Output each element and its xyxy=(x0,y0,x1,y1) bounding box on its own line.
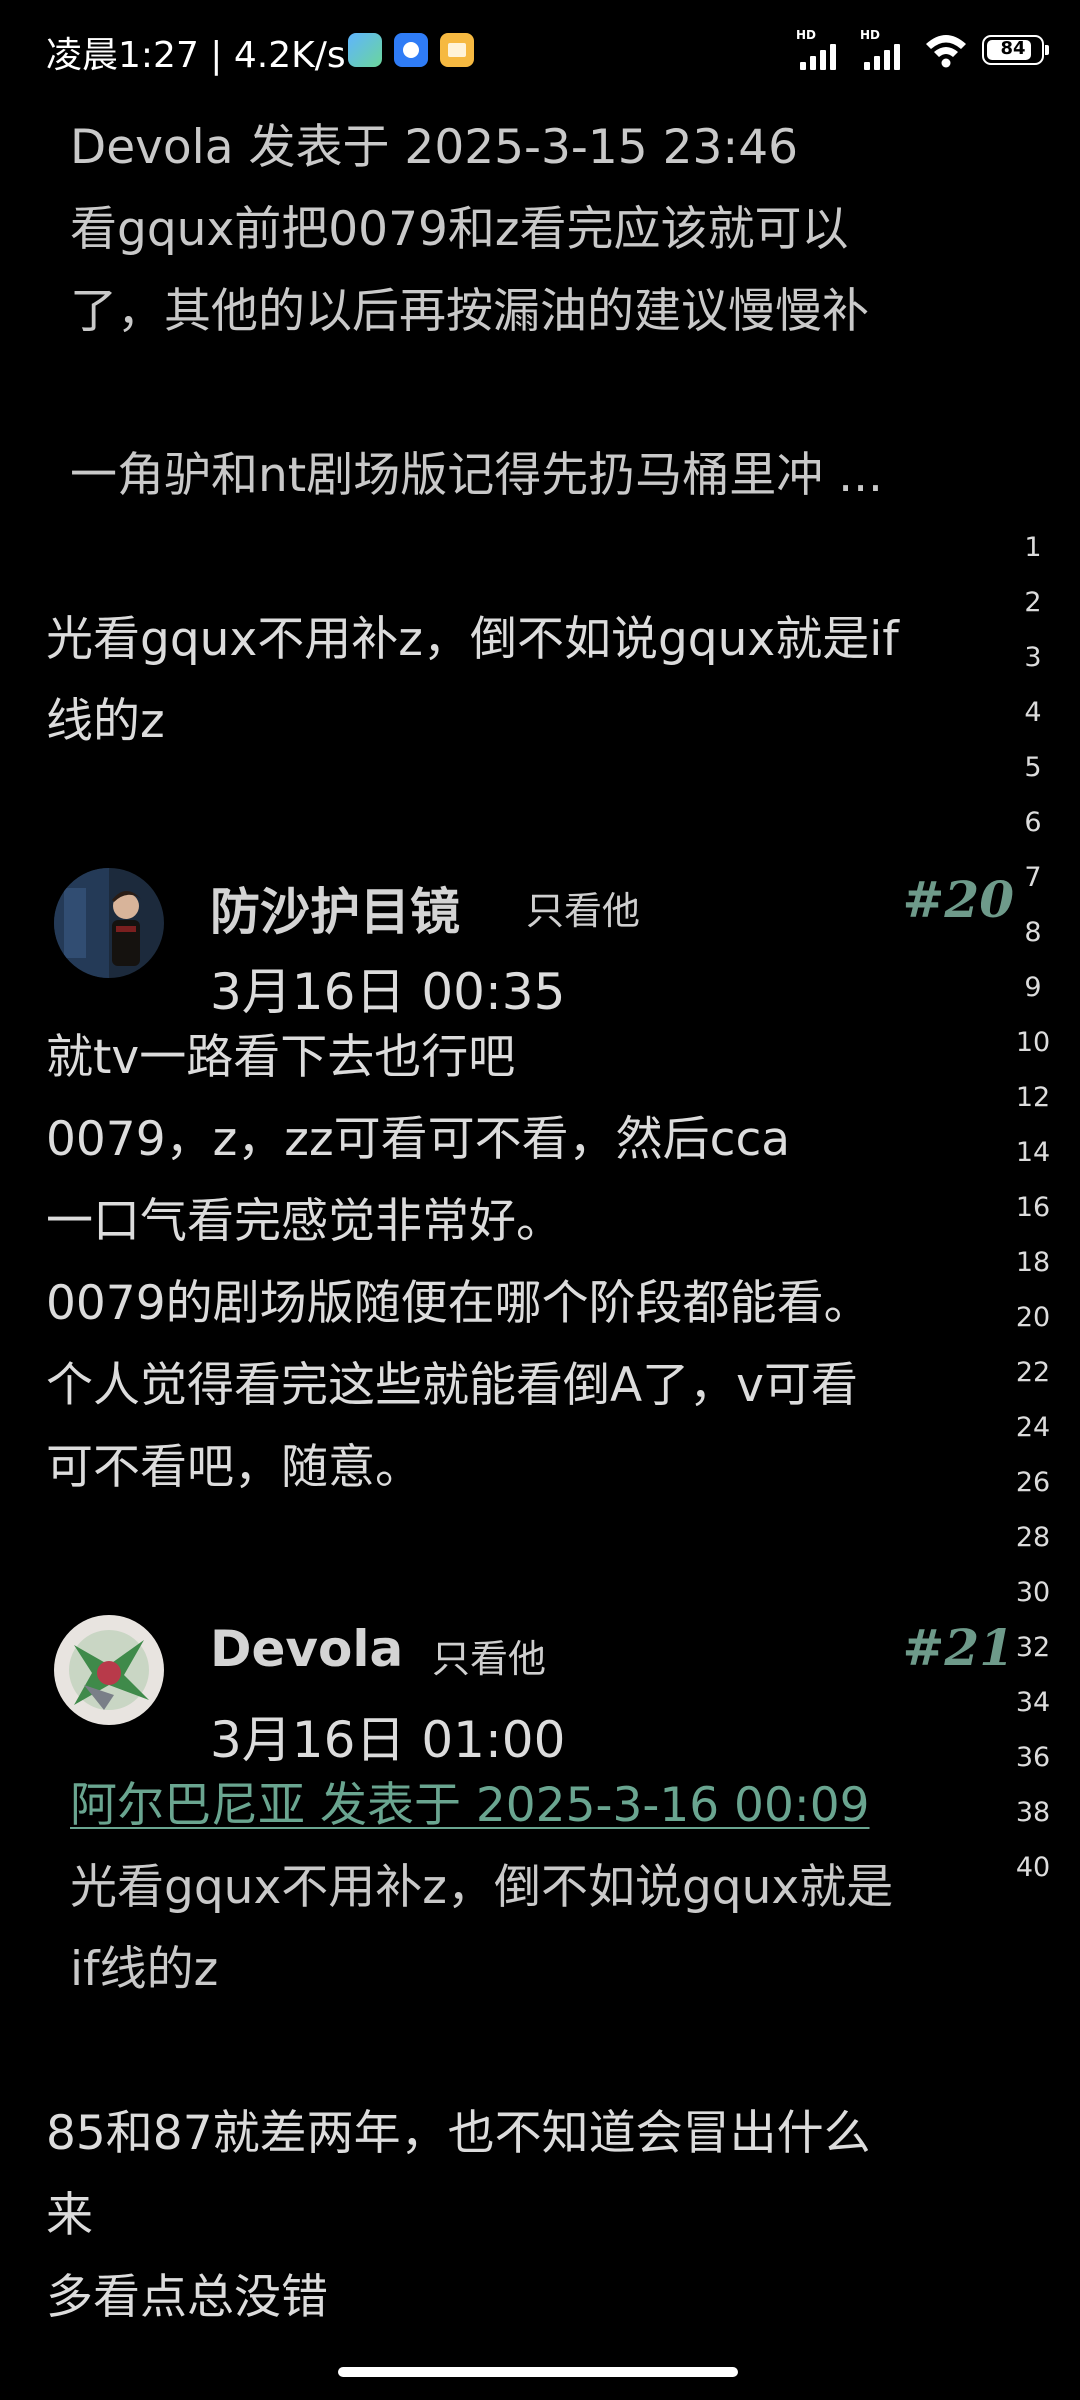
page-index-item[interactable]: 30 xyxy=(1008,1565,1058,1620)
page-index-item[interactable]: 1 xyxy=(1008,520,1058,575)
post-body-line: 来 xyxy=(46,2188,93,2243)
page-index-item[interactable]: 6 xyxy=(1008,795,1058,850)
page-index-item[interactable]: 3 xyxy=(1008,630,1058,685)
page-index-item[interactable]: 34 xyxy=(1008,1675,1058,1730)
page-index-scrubber[interactable]: 1 2 3 4 5 6 7 8 9 10 12 14 16 18 20 22 24 26 28 30 32 34 36 38 4… xyxy=(1008,520,1058,1895)
only-him-button[interactable]: 只看他 xyxy=(526,880,640,935)
floor-number: #21 xyxy=(902,1618,1014,1677)
page-index-item[interactable]: 10 xyxy=(1008,1015,1058,1070)
post-time: 3月16日 00:35 xyxy=(210,963,566,1021)
browser-app-icon xyxy=(394,33,428,67)
notification-icons xyxy=(348,33,474,67)
page-index-item[interactable]: 16 xyxy=(1008,1180,1058,1235)
page-index-item[interactable]: 38 xyxy=(1008,1785,1058,1840)
page-index-item[interactable]: 9 xyxy=(1008,960,1058,1015)
quote-line: 一角驴和nt剧场版记得先扔马桶里冲 ... xyxy=(70,448,883,503)
cellular-signal-icon: HD xyxy=(796,28,846,70)
avatar[interactable] xyxy=(54,868,164,978)
page-index-item[interactable]: 26 xyxy=(1008,1455,1058,1510)
status-indicators: HD HD 84 xyxy=(796,28,1049,70)
cellular-signal-icon-2: HD xyxy=(860,28,910,70)
quote-line: 看gqux前把0079和z看完应该就可以 xyxy=(70,202,849,257)
username[interactable]: Devola xyxy=(210,1620,403,1678)
page-index-item[interactable]: 36 xyxy=(1008,1730,1058,1785)
post-body-line: 光看gqux不用补z，倒不如说gqux就是if xyxy=(46,612,899,667)
page-index-item[interactable]: 20 xyxy=(1008,1290,1058,1345)
page-index-item[interactable]: 28 xyxy=(1008,1510,1058,1565)
page-index-item[interactable]: 32 xyxy=(1008,1620,1058,1675)
quote-header-link[interactable]: 阿尔巴尼亚 发表于 2025-3-16 00:09 xyxy=(70,1765,870,1847)
wifi-icon xyxy=(926,35,966,68)
page-index-item[interactable]: 4 xyxy=(1008,685,1058,740)
page-index-item[interactable]: 14 xyxy=(1008,1125,1058,1180)
hd-label-2: HD xyxy=(860,28,881,42)
post-body-line: 个人觉得看完这些就能看倒A了，v可看 xyxy=(46,1358,858,1413)
username[interactable]: 防沙护目镜 xyxy=(210,872,460,944)
post-body-line: 0079，z，zz可看可不看，然后cca xyxy=(46,1112,791,1167)
home-indicator[interactable] xyxy=(338,2367,738,2377)
post-body-line: 线的z xyxy=(46,694,165,749)
page-index-item[interactable]: 2 xyxy=(1008,575,1058,630)
page-index-item[interactable]: 40 xyxy=(1008,1840,1058,1895)
quote-line: 了，其他的以后再按漏油的建议慢慢补 xyxy=(70,284,869,339)
status-bar: 凌晨1:27 | 4.2K/s HD HD 84 xyxy=(0,0,1080,104)
post-body-line: 多看点总没错 xyxy=(46,2270,328,2325)
page-index-item[interactable]: 7 xyxy=(1008,850,1058,905)
post-time: 3月16日 01:00 xyxy=(210,1711,566,1769)
status-time-speed: 凌晨1:27 | 4.2K/s xyxy=(46,35,346,76)
page-index-item[interactable]: 22 xyxy=(1008,1345,1058,1400)
quote-header: Devola 发表于 2025-3-15 23:46 xyxy=(70,120,799,175)
quote-link[interactable]: 阿尔巴尼亚 发表于 2025-3-16 00:09 xyxy=(70,1778,870,1833)
notes-app-icon xyxy=(440,33,474,67)
battery-icon: 84 xyxy=(982,35,1049,65)
avatar-image xyxy=(54,868,164,978)
quote-line: 光看gqux不用补z，倒不如说gqux就是 xyxy=(70,1860,894,1915)
hd-label: HD xyxy=(796,28,817,42)
battery-level: 84 xyxy=(1000,38,1026,59)
page-index-item[interactable]: 18 xyxy=(1008,1235,1058,1290)
post-body-line: 0079的剧场版随便在哪个阶段都能看。 xyxy=(46,1276,871,1331)
post-body-line: 就tv一路看下去也行吧 xyxy=(46,1030,516,1085)
page-index-item[interactable]: 12 xyxy=(1008,1070,1058,1125)
avatar-image xyxy=(54,1615,164,1725)
page-index-item[interactable]: 8 xyxy=(1008,905,1058,960)
floor-number: #20 xyxy=(902,870,1014,929)
avatar[interactable] xyxy=(54,1615,164,1725)
post-body-line: 可不看吧，随意。 xyxy=(46,1440,422,1495)
only-him-button[interactable]: 只看他 xyxy=(432,1628,546,1683)
quote-line: if线的z xyxy=(70,1942,219,1997)
gallery-app-icon xyxy=(348,33,382,67)
post-body-line: 85和87就差两年，也不知道会冒出什么 xyxy=(46,2106,871,2161)
page-index-item[interactable]: 5 xyxy=(1008,740,1058,795)
post-body-line: 一口气看完感觉非常好。 xyxy=(46,1194,563,1249)
page-index-item[interactable]: 24 xyxy=(1008,1400,1058,1455)
